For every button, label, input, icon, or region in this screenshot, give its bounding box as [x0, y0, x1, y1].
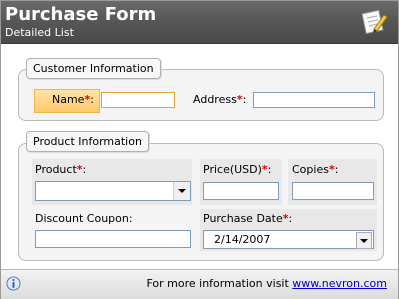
- form-edit-icon: [361, 9, 388, 35]
- footer-info: For more information visit www.nevron.co…: [146, 277, 387, 290]
- product-select[interactable]: [35, 181, 191, 201]
- price-input[interactable]: [203, 182, 279, 200]
- info-icon: [6, 276, 21, 291]
- page-title: Purchase Form: [5, 4, 157, 25]
- date-label-text: Purchase Date: [203, 212, 283, 225]
- purchase-form-window: Purchase Form Detailed List Customer Inf…: [0, 0, 399, 299]
- date-dropdown-button[interactable]: [356, 232, 372, 249]
- product-info-title: Product Information: [26, 131, 149, 152]
- customer-info-title: Customer Information: [26, 58, 161, 79]
- dropdown-arrow-icon: [178, 189, 186, 193]
- address-label: Address*:: [193, 93, 247, 106]
- copies-label-text: Copies: [292, 163, 329, 176]
- name-input[interactable]: [101, 92, 175, 108]
- footer-info-text: For more information visit: [146, 277, 289, 290]
- footer-bar: For more information visit www.nevron.co…: [1, 269, 398, 299]
- name-label: Name*:: [52, 93, 94, 106]
- header-bar: Purchase Form Detailed List: [1, 1, 398, 44]
- page-subtitle: Detailed List: [5, 26, 74, 39]
- price-label-text: Price(USD): [203, 163, 262, 176]
- copies-label: Copies*:: [292, 163, 339, 176]
- coupon-input[interactable]: [35, 230, 191, 248]
- name-label-text: Name: [52, 93, 85, 106]
- date-label: Purchase Date*:: [203, 212, 293, 225]
- purchase-date-picker[interactable]: 2/14/2007: [203, 230, 374, 249]
- product-label-text: Product: [35, 163, 77, 176]
- price-label: Price(USD)*:: [203, 163, 272, 176]
- address-input[interactable]: [253, 92, 375, 108]
- nevron-link[interactable]: www.nevron.com: [292, 277, 387, 290]
- product-label: Product*:: [35, 163, 87, 176]
- product-dropdown-button[interactable]: [173, 182, 190, 200]
- address-label-text: Address: [193, 93, 237, 106]
- coupon-label: Discount Coupon:: [35, 212, 133, 225]
- calendar-arrow-icon: [360, 238, 368, 243]
- copies-input[interactable]: [292, 182, 374, 200]
- purchase-date-value: 2/14/2007: [214, 233, 271, 246]
